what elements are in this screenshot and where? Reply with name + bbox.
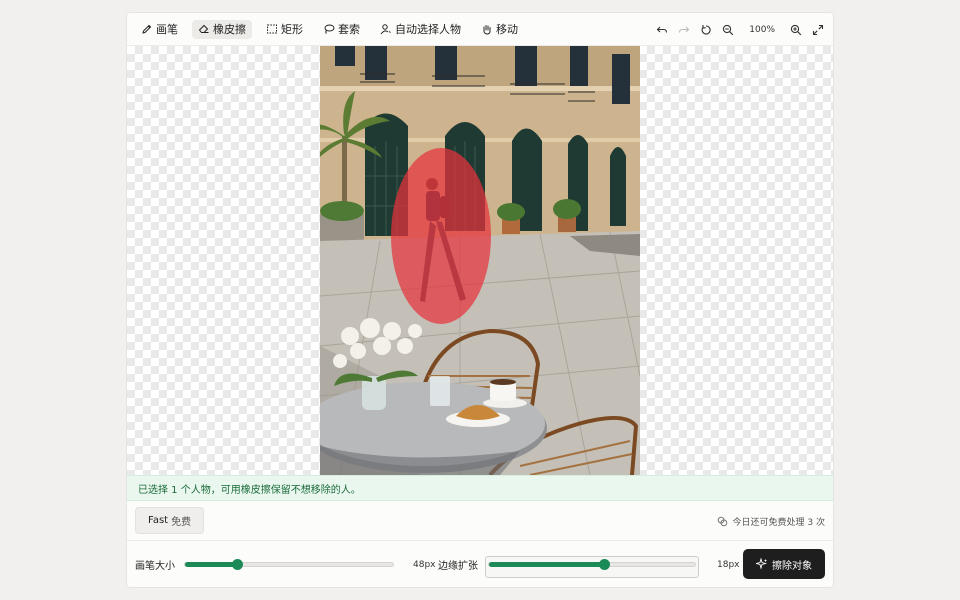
toolbar: 画笔 橡皮擦 矩形 套索 自动选择人物 移动 100% (127, 13, 833, 46)
brush-size-label: 画笔大小 (135, 561, 175, 572)
mode-row: Fast 免费 今日还可免费处理 3 次 (127, 501, 833, 541)
pen-icon (142, 24, 152, 34)
tool-lasso[interactable]: 套索 (317, 20, 366, 39)
tool-eraser-label: 橡皮擦 (213, 23, 246, 36)
tool-rectangle-label: 矩形 (281, 23, 303, 36)
fullscreen-button[interactable] (811, 23, 825, 37)
zoom-out-button[interactable] (721, 23, 735, 37)
tool-lasso-label: 套索 (338, 23, 360, 36)
reset-button[interactable] (699, 23, 713, 37)
person-select-icon (380, 24, 391, 35)
tool-pen-label: 画笔 (156, 23, 178, 36)
coins-icon (717, 516, 727, 526)
edge-expand-value: 18px (717, 559, 740, 570)
tool-eraser[interactable]: 橡皮擦 (192, 19, 252, 39)
zoom-in-icon (790, 24, 802, 35)
view-controls: 100% (655, 13, 825, 46)
edge-expand-slider[interactable] (488, 559, 696, 570)
tool-pen[interactable]: 画笔 (135, 20, 184, 39)
mode-name: Fast (148, 515, 169, 526)
redo-icon (679, 26, 690, 33)
editor-panel: 画笔 橡皮擦 矩形 套索 自动选择人物 移动 100% 已选择 1 个人物，可用… (126, 12, 834, 588)
selection-info-bar: 已选择 1 个人物，可用橡皮擦保留不想移除的人。 (127, 475, 833, 501)
free-quota: 今日还可免费处理 3 次 (717, 501, 825, 541)
selection-mask (391, 148, 491, 324)
image-canvas[interactable] (127, 46, 833, 475)
bottom-controls: 画笔大小 48px 边缘扩张 18px 擦除对象 (127, 541, 833, 587)
photo-street-cafe[interactable] (320, 46, 640, 475)
redo-button[interactable] (677, 23, 691, 37)
free-quota-text: 今日还可免费处理 3 次 (732, 517, 825, 528)
brush-size-slider-thumb[interactable] (232, 559, 243, 570)
brush-size-value: 48px (413, 559, 436, 570)
photo-illustration (320, 46, 640, 475)
selection-info-text: 已选择 1 个人物，可用橡皮擦保留不想移除的人。 (138, 484, 361, 496)
edge-expand-slider-fill (489, 562, 605, 567)
edge-expand-slider-frame (485, 556, 699, 578)
tool-auto-select-person[interactable]: 自动选择人物 (374, 20, 467, 39)
erase-object-button[interactable]: 擦除对象 (743, 549, 825, 579)
sparkle-icon (756, 558, 768, 570)
undo-icon (656, 26, 668, 33)
hand-icon (483, 25, 491, 35)
tool-rectangle[interactable]: 矩形 (260, 20, 309, 39)
rectangle-icon (267, 24, 277, 34)
mode-fast-button[interactable]: Fast 免费 (135, 507, 205, 534)
mode-free-tag: 免费 (171, 517, 192, 528)
tool-auto-select-person-label: 自动选择人物 (395, 23, 461, 36)
eraser-icon (198, 24, 209, 33)
zoom-out-icon (723, 24, 734, 35)
zoom-level: 100% (749, 24, 775, 35)
tool-move-label: 移动 (496, 23, 518, 36)
brush-size-slider-fill (185, 562, 237, 567)
expand-icon (812, 24, 824, 35)
tool-move[interactable]: 移动 (475, 20, 524, 39)
brush-size-slider[interactable] (184, 559, 394, 570)
lasso-icon (324, 24, 335, 34)
reset-icon (701, 24, 711, 35)
undo-button[interactable] (655, 23, 669, 37)
edge-expand-label: 边缘扩张 (438, 561, 478, 572)
erase-object-label: 擦除对象 (772, 560, 812, 572)
zoom-in-button[interactable] (789, 23, 803, 37)
